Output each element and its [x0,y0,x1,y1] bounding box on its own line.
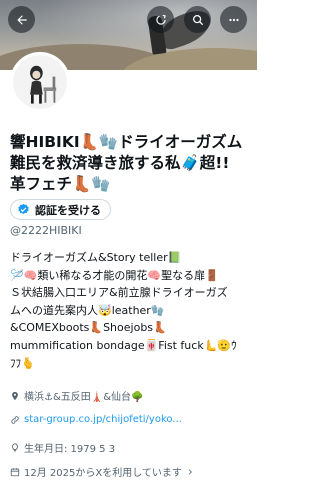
get-verified-button[interactable]: 認証を受ける [10,199,111,220]
website-link[interactable]: star-group.co.jp/chijofeti/yoko... [24,414,182,425]
avatar-image [13,55,67,109]
chevron-right-icon [188,468,192,475]
website-row[interactable]: star-group.co.jp/chijofeti/yoko... [10,414,182,425]
location-text: 横浜⚓&五反田🗼&仙台🌳 [24,392,144,403]
user-handle: @2222HIBIKI [10,224,82,237]
location-pin-icon [12,391,18,400]
display-name: 響HIBIKI👢🧤ドライオーガズム 難民を救済導き旅する私🧳超!! 革フェチ👢🧤 [10,132,250,195]
back-button[interactable] [8,6,35,33]
birthday-text: 生年月日: 1979 5 3 [24,444,116,455]
calendar-icon [10,467,20,476]
search-button[interactable] [184,6,211,33]
arrow-left-icon [16,14,27,25]
get-verified-label: 認証を受ける [35,203,101,217]
bio-line: ﾌﾌ🫰 [10,356,35,370]
bio-line: &COMEXboots👢Shoejobs👢 [10,321,167,335]
refresh-button[interactable] [147,6,174,33]
bio-line: ムへの道先案内人🤯leather🧤 [10,303,165,317]
link-icon [11,415,19,424]
search-icon [192,14,203,25]
bio-line: mummification bondage🀄Fist fuck🫷🫡ｳ [10,338,237,352]
joined-text: 12月 2025からXを利用しています [24,468,182,479]
display-name-line: 難民を救済導き旅する私🧳超!! [10,154,230,172]
bio: ドライオーガズム&Story teller📗 🪡🧠類い稀なる才能の開花🧠聖なる扉… [10,249,252,372]
refresh-icon [155,14,166,25]
display-name-line: 響HIBIKI👢🧤ドライオーガズム [10,133,243,151]
bio-line: Ｓ状結腸入口エリア&前立腺ドライオーガズ [10,286,228,300]
birthday-row: 生年月日: 1979 5 3 [10,440,115,455]
display-name-line: 革フェチ👢🧤 [10,175,111,193]
more-button[interactable] [220,6,247,33]
location-row: 横浜⚓&五反田🗼&仙台🌳 [10,388,143,403]
avatar[interactable] [10,52,70,112]
bio-line: 🪡🧠類い稀なる才能の開花🧠聖なる扉🚪 [10,268,219,282]
joined-row[interactable]: 12月 2025からXを利用しています [10,464,194,479]
verified-badge-icon [18,203,29,215]
bio-line: ドライオーガズム&Story teller📗 [10,251,182,264]
more-icon [228,18,239,21]
balloon-icon [12,442,18,452]
